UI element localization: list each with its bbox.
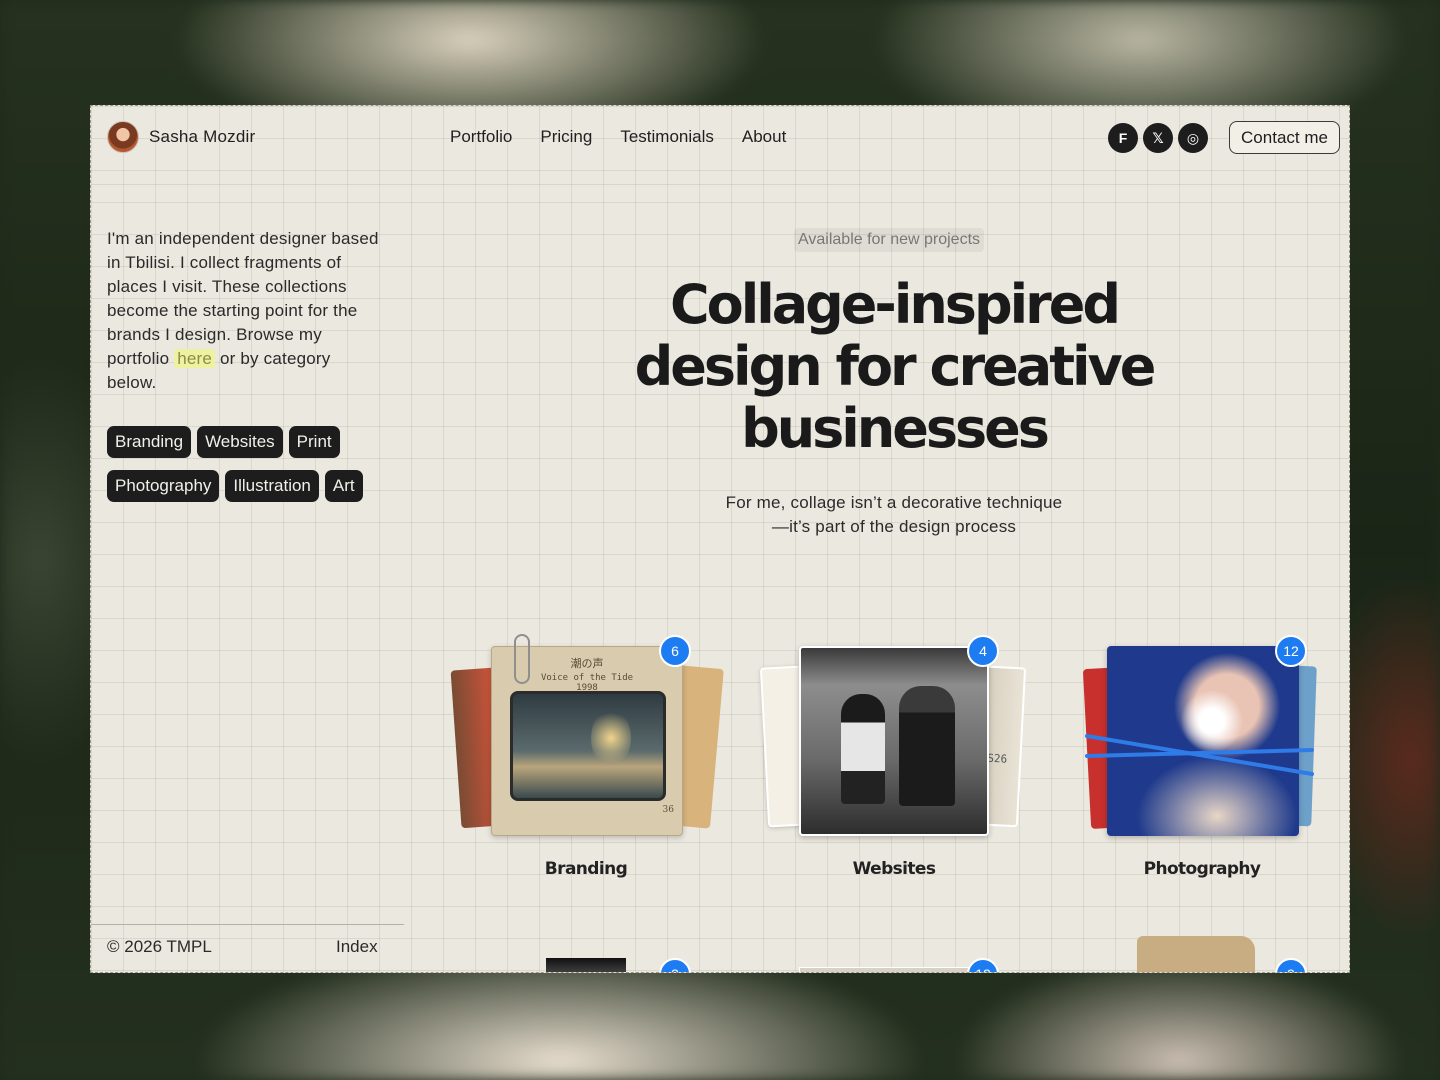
category-card-row2-3[interactable]: 9 [1107,932,1307,972]
hero-subtitle: For me, collage isn’t a decorative techn… [671,491,1117,539]
hero-subtitle-line1: For me, collage isn’t a decorative techn… [725,493,1063,512]
category-chips: Branding Websites Print Photography Illu… [107,426,397,502]
chip-print[interactable]: Print [288,426,340,458]
chip-illustration[interactable]: Illustration [225,470,319,502]
card-peek [546,958,626,972]
person-left [841,694,885,804]
contact-button[interactable]: Contact me [1229,121,1340,154]
main-nav: Portfolio Pricing Testimonials About [450,127,786,147]
count-badge: 4 [967,635,999,667]
instagram-icon[interactable]: ◎ [1178,123,1208,153]
social-links: F 𝕏 ◎ [1108,123,1208,153]
count-badge: 3 [659,958,691,972]
hero-subtitle-line2: —it’s part of the design process [771,517,1017,536]
poster-glow [591,708,631,768]
card-label: Websites [852,859,936,879]
hero-title: Collage-inspired design for creative bus… [634,273,1157,460]
chip-branding[interactable]: Branding [107,426,192,458]
brand-name: Sasha Mozdir [149,127,256,146]
copyright: © 2026 TMPL [107,937,212,956]
index-link[interactable]: Index [336,937,378,957]
header-divider [91,184,1349,185]
poster-image [510,691,666,801]
framer-icon[interactable]: F [1108,123,1138,153]
chip-art[interactable]: Art [324,470,363,502]
footer-divider [91,924,404,925]
category-card-row2-1[interactable]: 3 [491,958,691,972]
card-peek [1137,936,1255,972]
category-card-websites[interactable]: S26 4 Websites [754,635,1034,896]
chip-websites[interactable]: Websites [197,426,283,458]
intro-text: I'm an independent designer based in Tbi… [107,227,382,395]
nav-portfolio[interactable]: Portfolio [450,127,512,147]
count-badge: 12 [1275,635,1307,667]
nav-about[interactable]: About [742,127,786,147]
site-header: Sasha Mozdir Portfolio Pricing Testimoni… [91,106,1349,170]
tape-strokes [1085,734,1314,776]
nav-pricing[interactable]: Pricing [540,127,592,147]
card-peek [799,967,969,972]
count-badge: 9 [1275,958,1307,972]
card-label: Photography [1143,859,1261,879]
avatar [107,121,139,153]
chip-photography[interactable]: Photography [107,470,220,502]
person-right [899,686,955,806]
availability-badge: Available for new projects [794,228,985,252]
card-label: Branding [544,859,628,879]
paperclip-icon [514,634,530,684]
category-card-row2-2[interactable]: 12 [799,958,999,972]
brand[interactable]: Sasha Mozdir [107,121,255,153]
count-badge: 12 [967,958,999,972]
intro-text-before: I'm an independent designer based in Tbi… [107,229,379,368]
count-badge: 6 [659,635,691,667]
x-icon[interactable]: 𝕏 [1143,123,1173,153]
category-card-photography[interactable]: 12 Photography [1062,635,1342,896]
cassette-code: S26 [987,751,1008,766]
poster-number: 36 [662,805,674,815]
category-card-branding[interactable]: 潮の声 Voice of the Tide 1998 36 6 Branding [446,634,726,896]
browser-page: Sasha Mozdir Portfolio Pricing Testimoni… [90,105,1350,973]
nav-testimonials[interactable]: Testimonials [620,127,714,147]
card-photo [799,646,989,836]
portfolio-here-link[interactable]: here [174,349,216,368]
